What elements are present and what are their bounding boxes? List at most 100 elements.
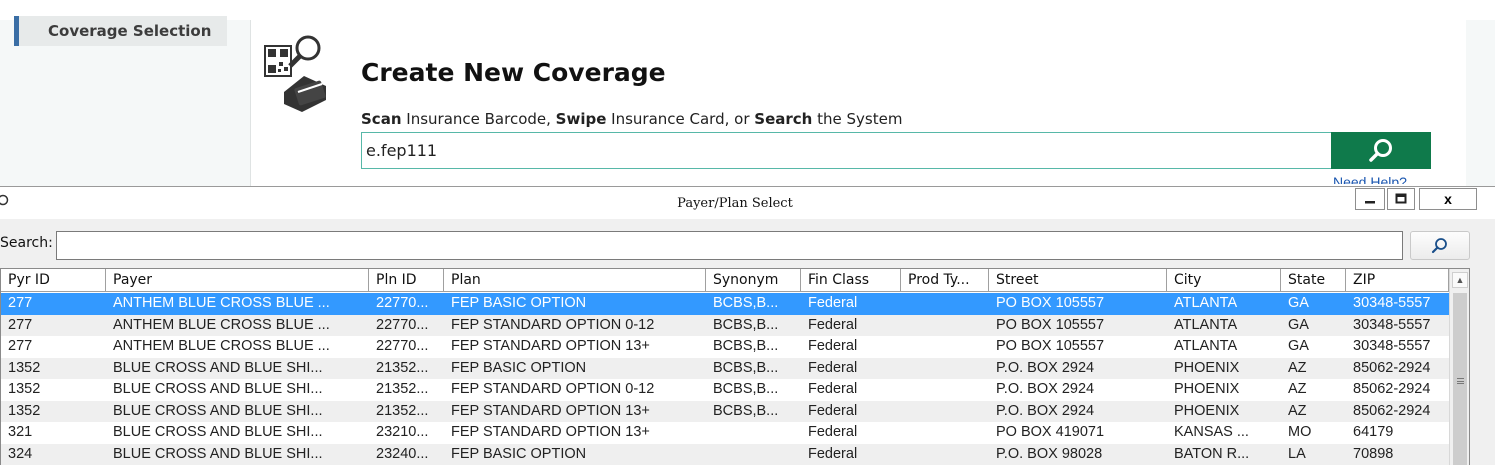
cell-city: ATLANTA xyxy=(1174,295,1238,311)
cell-pyr-id: 1352 xyxy=(8,381,41,397)
column-header-street[interactable]: Street xyxy=(989,269,1167,292)
table-row[interactable]: 324 BLUE CROSS AND BLUE SHI... 23240... FEP… xyxy=(1,443,1449,465)
swipe-keyword: Swipe xyxy=(555,110,607,128)
scan-card-icon xyxy=(264,35,326,112)
column-header-fin-class[interactable]: Fin Class xyxy=(801,269,901,292)
need-help-link[interactable]: Need Help? xyxy=(1333,174,1407,184)
scrollbar-thumb[interactable] xyxy=(1453,293,1467,465)
cell-zip: 70898 xyxy=(1353,445,1394,462)
cell-city: ATLANTA xyxy=(1174,338,1238,354)
cell-synonym: BCBS,B... xyxy=(713,338,779,354)
search-keyword: Search xyxy=(754,110,813,128)
cell-plan: FEP BASIC OPTION xyxy=(451,445,587,462)
cell-pln-id: 21352... xyxy=(376,381,429,397)
cell-fin-class: Federal xyxy=(808,381,858,397)
cell-state: GA xyxy=(1288,338,1309,354)
column-header-city[interactable]: City xyxy=(1167,269,1281,292)
nav-item-coverage-selection[interactable]: Coverage Selection xyxy=(14,16,227,46)
cell-pln-id: 21352... xyxy=(376,359,429,376)
cell-fin-class: Federal xyxy=(808,359,858,376)
cell-pln-id: 23240... xyxy=(376,445,429,462)
cell-synonym: BCBS,B... xyxy=(713,295,779,311)
cell-city: BATON R... xyxy=(1174,445,1250,462)
search-icon xyxy=(1369,138,1392,162)
cell-pyr-id: 1352 xyxy=(8,402,41,419)
cell-street: PO BOX 105557 xyxy=(996,316,1105,333)
cell-street: P.O. BOX 2924 xyxy=(996,381,1095,397)
cell-street: PO BOX 105557 xyxy=(996,338,1105,354)
scroll-up-button[interactable]: ▲ xyxy=(1452,272,1468,288)
column-header-pyr-id[interactable]: Pyr ID xyxy=(1,269,106,292)
cell-state: MO xyxy=(1288,424,1312,440)
close-button[interactable]: x xyxy=(1419,188,1477,210)
cell-fin-class: Federal xyxy=(808,445,858,462)
table-row[interactable]: 1352 BLUE CROSS AND BLUE SHI... 21352... FE… xyxy=(1,357,1449,379)
cell-state: LA xyxy=(1288,445,1306,462)
cell-plan: FEP BASIC OPTION xyxy=(451,295,587,311)
grid-header: Pyr ID Payer Pln ID Plan Synonym Fin Class Pro… xyxy=(1,269,1449,292)
grid-body: 277 ANTHEM BLUE CROSS BLUE ... 22770... FEP… xyxy=(1,293,1449,465)
column-header-pln-id[interactable]: Pln ID xyxy=(369,269,444,292)
column-header-zip[interactable]: ZIP xyxy=(1346,269,1449,292)
cell-zip: 85062-2924 xyxy=(1353,381,1431,397)
app-root: Coverage Selection Create New Coverage S… xyxy=(0,0,1495,465)
column-header-synonym[interactable]: Synonym xyxy=(706,269,801,292)
cell-plan: FEP BASIC OPTION xyxy=(451,359,587,376)
payer-search-button[interactable] xyxy=(1410,231,1470,260)
cell-pyr-id: 1352 xyxy=(8,359,41,376)
payer-plan-dialog: Payer/Plan Select x Search: Pyr ID Payer… xyxy=(0,186,1495,465)
cell-fin-class: Federal xyxy=(808,295,858,311)
cell-plan: FEP STANDARD OPTION 13+ xyxy=(451,424,650,440)
cell-state: GA xyxy=(1288,295,1309,311)
payer-search-input[interactable] xyxy=(56,231,1403,260)
cell-city: ATLANTA xyxy=(1174,316,1238,333)
table-row[interactable]: 321 BLUE CROSS AND BLUE SHI... 23210... FEP… xyxy=(1,422,1449,444)
window-controls: x xyxy=(1355,188,1479,211)
left-nav: Coverage Selection xyxy=(0,16,230,186)
cell-synonym: BCBS,B... xyxy=(713,359,779,376)
cell-payer: BLUE CROSS AND BLUE SHI... xyxy=(113,359,323,376)
cell-payer: BLUE CROSS AND BLUE SHI... xyxy=(113,381,323,397)
cell-pln-id: 22770... xyxy=(376,295,429,311)
page-title: Create New Coverage xyxy=(361,58,666,87)
column-header-prod-type[interactable]: Prod Ty... xyxy=(901,269,989,292)
minimize-button[interactable] xyxy=(1355,188,1385,210)
cell-fin-class: Federal xyxy=(808,316,858,333)
cell-street: PO BOX 105557 xyxy=(996,295,1105,311)
maximize-button[interactable] xyxy=(1387,188,1415,210)
vertical-scrollbar[interactable]: ▲ xyxy=(1449,269,1469,465)
coverage-search-button[interactable] xyxy=(1331,132,1431,169)
cell-plan: FEP STANDARD OPTION 0-12 xyxy=(451,381,655,397)
chevron-up-icon: ▲ xyxy=(1455,275,1465,285)
cell-city: PHOENIX xyxy=(1174,359,1240,376)
cell-synonym: BCBS,B... xyxy=(713,381,779,397)
coverage-search-input[interactable]: e.fep111 xyxy=(361,132,1332,169)
table-row[interactable]: 277 ANTHEM BLUE CROSS BLUE ... 22770... FEP… xyxy=(1,336,1449,358)
table-row[interactable]: 1352 BLUE CROSS AND BLUE SHI... 21352... FE… xyxy=(1,379,1449,401)
cell-street: P.O. BOX 2924 xyxy=(996,402,1095,419)
dialog-titlebar[interactable]: Payer/Plan Select x xyxy=(0,187,1495,219)
cell-payer: BLUE CROSS AND BLUE SHI... xyxy=(113,445,323,462)
table-row[interactable]: 277 ANTHEM BLUE CROSS BLUE ... 22770... FEP… xyxy=(1,314,1449,336)
column-header-state[interactable]: State xyxy=(1281,269,1346,292)
cell-pln-id: 21352... xyxy=(376,402,429,419)
cell-street: P.O. BOX 2924 xyxy=(996,359,1095,376)
minimize-icon xyxy=(1365,201,1375,204)
payer-plan-grid: Pyr ID Payer Pln ID Plan Synonym Fin Class Pro… xyxy=(0,268,1470,465)
table-row[interactable]: 1352 BLUE CROSS AND BLUE SHI... 21352... FE… xyxy=(1,400,1449,422)
column-header-plan[interactable]: Plan xyxy=(444,269,706,292)
cell-zip: 64179 xyxy=(1353,424,1394,440)
cell-pyr-id: 324 xyxy=(8,445,33,462)
cell-synonym: BCBS,B... xyxy=(713,316,779,333)
scan-instructions: Scan Insurance Barcode, Swipe Insurance … xyxy=(361,110,902,128)
cell-street: P.O. BOX 98028 xyxy=(996,445,1103,462)
cell-payer: BLUE CROSS AND BLUE SHI... xyxy=(113,402,323,419)
cell-city: PHOENIX xyxy=(1174,402,1240,419)
cell-fin-class: Federal xyxy=(808,424,858,440)
cell-fin-class: Federal xyxy=(808,402,858,419)
cell-city: PHOENIX xyxy=(1174,381,1240,397)
cell-pyr-id: 277 xyxy=(8,338,33,354)
cell-pyr-id: 277 xyxy=(8,316,33,333)
table-row[interactable]: 277 ANTHEM BLUE CROSS BLUE ... 22770... FEP… xyxy=(1,293,1449,315)
column-header-payer[interactable]: Payer xyxy=(106,269,369,292)
